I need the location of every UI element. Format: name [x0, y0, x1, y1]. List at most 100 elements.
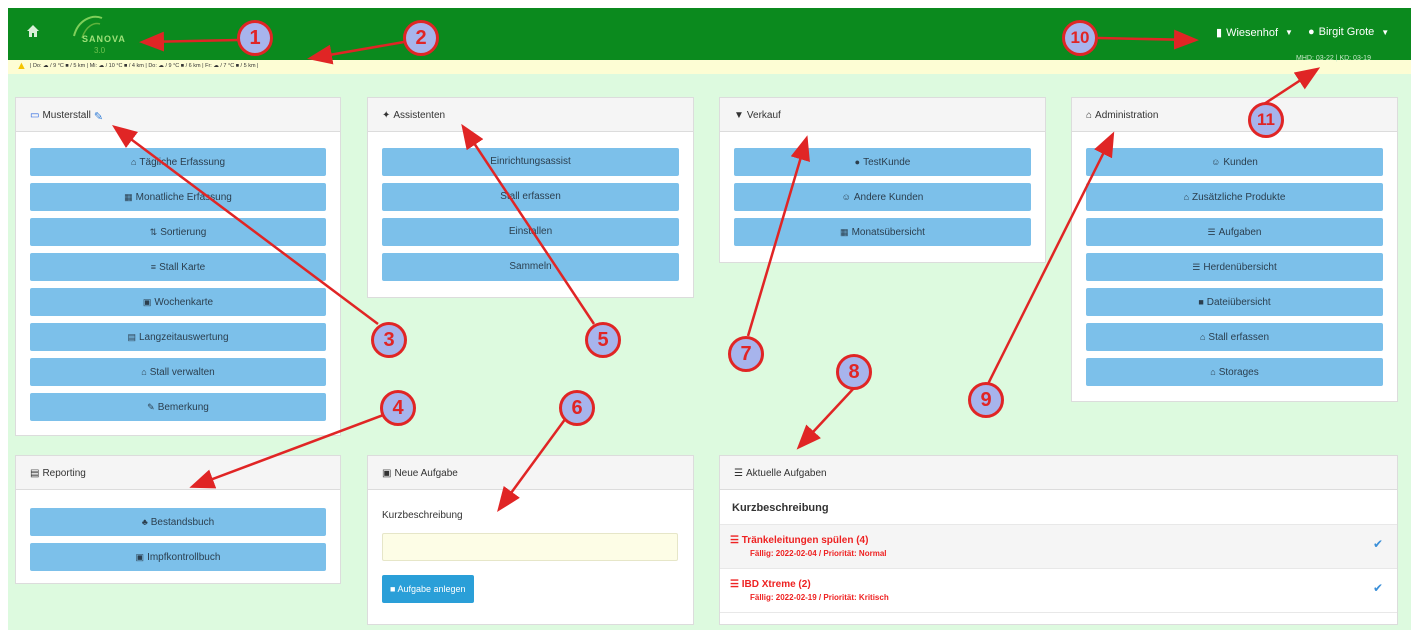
button-list: ♣ Bestandsbuch ▣ Impfkontrollbuch — [16, 490, 340, 571]
administration-button-3[interactable]: ☰ Herdenübersicht — [1086, 253, 1383, 281]
home-icon[interactable] — [26, 24, 40, 38]
button-label: Langzeitauswertung — [139, 332, 229, 343]
button-label: Aufgaben — [1218, 227, 1262, 238]
administration-button-4[interactable]: ■ Dateiübersicht — [1086, 288, 1383, 316]
musterstall-button-6[interactable]: ⌂ Stall verwalten — [30, 358, 326, 386]
task-row[interactable]: ☰ Tränkeleitungen spülen (4) Fällig: 2022… — [720, 525, 1397, 569]
button-icon: ⌂ — [141, 367, 147, 377]
building-icon: ▮ — [1216, 27, 1223, 39]
task-column-header: Kurzbeschreibung — [720, 490, 1397, 525]
button-label: Monatsübersicht — [851, 227, 925, 238]
callout-9: 9 — [968, 382, 1004, 418]
button-icon: ≡ — [150, 262, 157, 272]
button-icon: ▦ — [840, 227, 849, 237]
user-menu[interactable]: ● Birgit Grote ▼ — [1308, 26, 1389, 38]
task-row[interactable]: ☰ IBD Xtreme (2) Fällig: 2022-02-19 / Pri… — [720, 569, 1397, 613]
callout-6: 6 — [559, 390, 595, 426]
button-icon: ☺ — [1211, 157, 1221, 167]
callout-1: 1 — [237, 20, 273, 56]
panel-title: Reporting — [42, 468, 86, 479]
button-label: Zusätzliche Produkte — [1192, 192, 1286, 203]
button-label: Einstallen — [508, 226, 553, 237]
panel-title: Aktuelle Aufgaben — [745, 468, 827, 479]
reporting-button-0[interactable]: ♣ Bestandsbuch — [30, 508, 326, 536]
callout-8: 8 — [836, 354, 872, 390]
check-icon[interactable]: ✔ — [1373, 537, 1383, 551]
logo-text: SANOVA — [82, 34, 126, 44]
verkauf-button-0[interactable]: ● TestKunde — [734, 148, 1031, 176]
description-input[interactable] — [382, 533, 678, 561]
farm-menu[interactable]: ▮ Wiesenhof ▼ — [1216, 26, 1293, 40]
farm-menu-label: Wiesenhof — [1226, 26, 1279, 39]
cart-icon: ▼ — [734, 110, 744, 121]
panel-title: Neue Aufgabe — [394, 468, 458, 479]
assistenten-button-1[interactable]: Stall erfassen — [382, 183, 679, 211]
task-title[interactable]: ☰ IBD Xtreme (2) — [730, 579, 811, 590]
button-icon: ⌂ — [1183, 192, 1190, 202]
button-icon: ⌂ — [1210, 367, 1216, 377]
top-navbar: SANOVA 3.0 ▮ Wiesenhof ▼ ● Birgit Grote … — [8, 8, 1411, 60]
panel-header: ⌂ Administration — [1072, 98, 1397, 132]
administration-button-5[interactable]: ⌂ Stall erfassen — [1086, 323, 1383, 351]
musterstall-button-1[interactable]: ▦ Monatliche Erfassung — [30, 183, 326, 211]
administration-button-6[interactable]: ⌂ Storages — [1086, 358, 1383, 386]
scroll-icon: ▤ — [30, 468, 40, 479]
musterstall-button-0[interactable]: ⌂ Tägliche Erfassung — [30, 148, 326, 176]
magic-wand-icon: ✦ — [382, 110, 391, 121]
verkauf-button-1[interactable]: ☺ Andere Kunden — [734, 183, 1031, 211]
button-label: TestKunde — [863, 157, 911, 168]
panel-header: ☰ Aktuelle Aufgaben — [720, 456, 1397, 490]
new-task-form: Kurzbeschreibung ■ Aufgabe anlegen — [368, 510, 693, 603]
assistenten-button-2[interactable]: Einstallen — [382, 218, 679, 246]
button-label: Impfkontrollbuch — [147, 552, 221, 563]
admin-icon: ⌂ — [1086, 110, 1093, 121]
button-label: Einrichtungsassist — [490, 156, 571, 167]
list-icon: ☰ — [734, 468, 743, 479]
warning-icon: ▲ — [16, 60, 27, 72]
musterstall-button-5[interactable]: ▤ Langzeitauswertung — [30, 323, 326, 351]
button-list: ☺ Kunden ⌂ Zusätzliche Produkte ☰ Aufgaben ☰ He… — [1072, 132, 1397, 386]
musterstall-button-4[interactable]: ▣ Wochenkarte — [30, 288, 326, 316]
button-label: Sammeln — [509, 261, 552, 272]
description-label: Kurzbeschreibung — [382, 510, 463, 521]
task-title[interactable]: ☰ Tränkeleitungen spülen (4) — [730, 535, 868, 546]
panel-header: ▼ Verkauf — [720, 98, 1045, 132]
task-meta: Fällig: 2022-02-19 / Priorität: Kritisch — [750, 593, 889, 602]
task-meta: Fällig: 2022-02-04 / Priorität: Normal — [750, 549, 887, 558]
app-logo[interactable]: SANOVA 3.0 — [64, 10, 154, 58]
musterstall-button-7[interactable]: ✎ Bemerkung — [30, 393, 326, 421]
button-icon: ● — [854, 157, 861, 167]
chevron-down-icon: ▼ — [1381, 27, 1390, 37]
chevron-down-icon: ▼ — [1285, 28, 1293, 37]
panel-title: Verkauf — [746, 110, 781, 121]
button-label: Stall erfassen — [1208, 332, 1270, 343]
panel-title: Administration — [1095, 110, 1159, 121]
button-icon: ☰ — [1192, 262, 1201, 272]
button-label: Storages — [1218, 367, 1259, 378]
weather-forecast: | Do: ☁ / 9 °C ■ / 5 km | Mi: ☁ / 10 °C … — [30, 63, 259, 69]
button-icon: ☰ — [1207, 227, 1216, 237]
edit-icon[interactable]: ✎ — [94, 110, 103, 123]
musterstall-button-3[interactable]: ≡ Stall Karte — [30, 253, 326, 281]
administration-button-2[interactable]: ☰ Aufgaben — [1086, 218, 1383, 246]
button-icon: ♣ — [141, 517, 148, 527]
mhd-info: MHD: 03-22 | KD: 03-19 — [1296, 55, 1371, 62]
button-list: Einrichtungsassist Stall erfassen Einstall… — [368, 132, 693, 281]
button-icon: ▣ — [142, 297, 152, 307]
administration-button-1[interactable]: ⌂ Zusätzliche Produkte — [1086, 183, 1383, 211]
create-task-button[interactable]: ■ Aufgabe anlegen — [382, 575, 474, 603]
logo-version: 3.0 — [94, 46, 106, 55]
administration-button-0[interactable]: ☺ Kunden — [1086, 148, 1383, 176]
button-label: Tägliche Erfassung — [139, 157, 226, 168]
button-label: Monatliche Erfassung — [135, 192, 232, 203]
button-list: ● TestKunde ☺ Andere Kunden ▦ Monatsübersicht — [720, 132, 1045, 246]
callout-5: 5 — [585, 322, 621, 358]
reporting-button-1[interactable]: ▣ Impfkontrollbuch — [30, 543, 326, 571]
musterstall-button-2[interactable]: ⇅ Sortierung — [30, 218, 326, 246]
assistenten-button-0[interactable]: Einrichtungsassist — [382, 148, 679, 176]
button-icon: ⌂ — [1199, 332, 1206, 342]
assistenten-button-3[interactable]: Sammeln — [382, 253, 679, 281]
panel-title: Assistenten — [393, 110, 446, 121]
verkauf-button-2[interactable]: ▦ Monatsübersicht — [734, 218, 1031, 246]
check-icon[interactable]: ✔ — [1373, 581, 1383, 595]
